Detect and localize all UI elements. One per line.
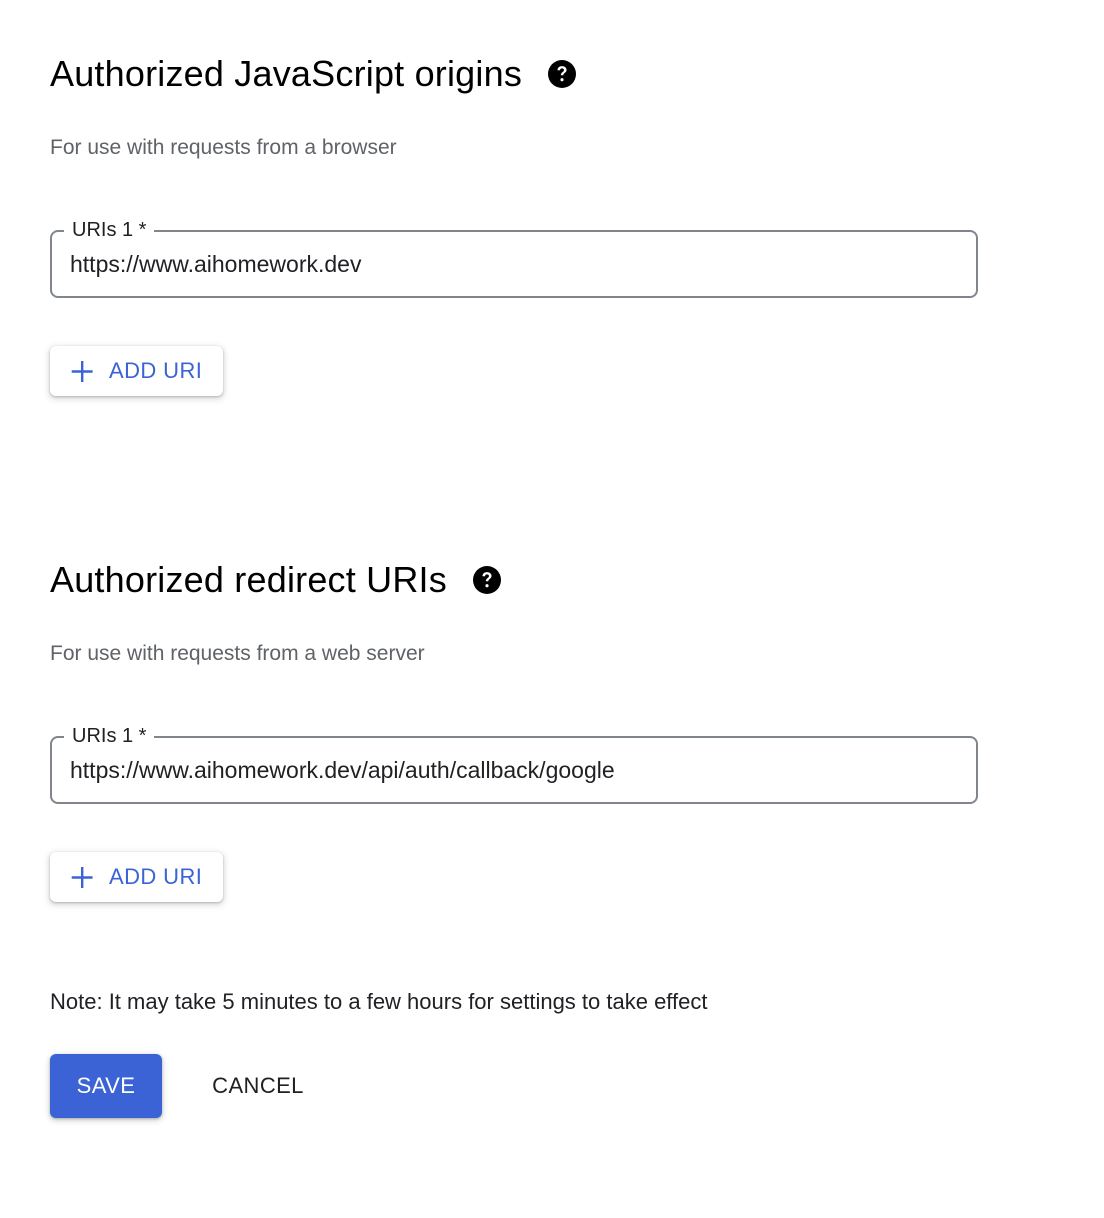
settings-note: Note: It may take 5 minutes to a few hou… (50, 989, 708, 1014)
js-origin-uri-input[interactable] (52, 232, 976, 296)
add-uri-label: ADD URI (109, 358, 203, 383)
js-origin-uri-field[interactable]: URIs 1 * (50, 217, 978, 298)
js-origins-header: Authorized JavaScript origins (50, 52, 577, 96)
help-circle-icon[interactable] (548, 60, 577, 88)
js-origins-add-uri-button[interactable]: ADD URI (50, 346, 223, 396)
redirect-uri-input[interactable] (52, 738, 976, 802)
help-circle-icon[interactable] (472, 566, 501, 594)
plus-icon (71, 867, 93, 888)
redirect-uris-add-uri-button[interactable]: ADD URI (50, 852, 223, 902)
redirect-uris-title: Authorized redirect URIs (50, 559, 447, 600)
plus-icon (71, 361, 93, 382)
add-uri-label: ADD URI (109, 864, 203, 889)
cancel-button[interactable]: CANCEL (190, 1054, 326, 1118)
redirect-uris-section: Authorized redirect URIs For use with re… (50, 558, 978, 918)
redirect-uri-field[interactable]: URIs 1 * (50, 723, 978, 804)
redirect-uris-header: Authorized redirect URIs (50, 558, 501, 602)
redirect-uris-subtitle: For use with requests from a web server (50, 642, 425, 665)
js-origins-subtitle: For use with requests from a browser (50, 136, 397, 159)
save-button[interactable]: SAVE (50, 1054, 162, 1118)
js-origins-section: Authorized JavaScript origins For use wi… (50, 52, 978, 412)
js-origins-title: Authorized JavaScript origins (50, 53, 523, 94)
